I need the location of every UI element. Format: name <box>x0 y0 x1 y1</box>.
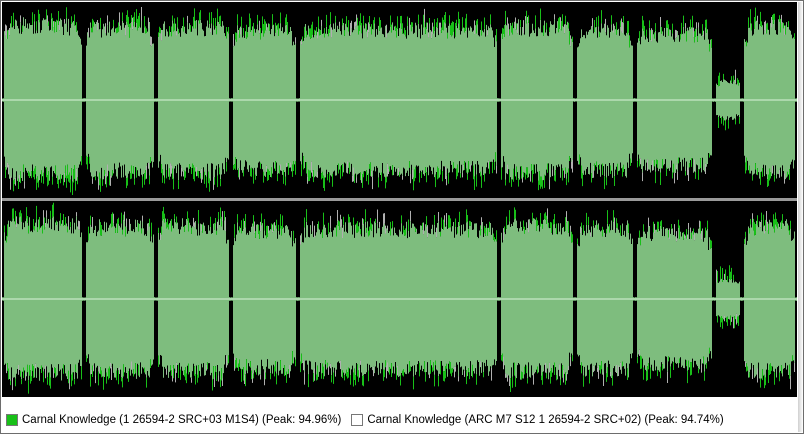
window-edge-shadow <box>798 2 803 432</box>
left-channel-waveform <box>2 2 797 198</box>
waveform-columns <box>2 202 797 394</box>
legend-swatch-series-b <box>351 413 364 426</box>
waveform-columns <box>2 6 797 195</box>
legend-label-series-b: Carnal Knowledge (ARC M7 S12 1 26594-2 S… <box>367 413 724 426</box>
legend: Carnal Knowledge (1 26594-2 SRC+03 M1S4)… <box>2 406 797 433</box>
legend-item-series-b: Carnal Knowledge (ARC M7 S12 1 26594-2 S… <box>351 413 724 426</box>
waveform-comparison-window: Carnal Knowledge (1 26594-2 SRC+03 M1S4)… <box>0 0 804 434</box>
right-channel-waveform-svg <box>2 202 797 394</box>
left-channel-waveform-svg <box>2 6 797 195</box>
legend-swatch-series-a <box>6 413 18 426</box>
legend-label-series-a: Carnal Knowledge (1 26594-2 SRC+03 M1S4)… <box>22 413 342 426</box>
legend-item-series-a: Carnal Knowledge (1 26594-2 SRC+03 M1S4)… <box>6 413 342 426</box>
right-channel-waveform <box>2 201 797 397</box>
